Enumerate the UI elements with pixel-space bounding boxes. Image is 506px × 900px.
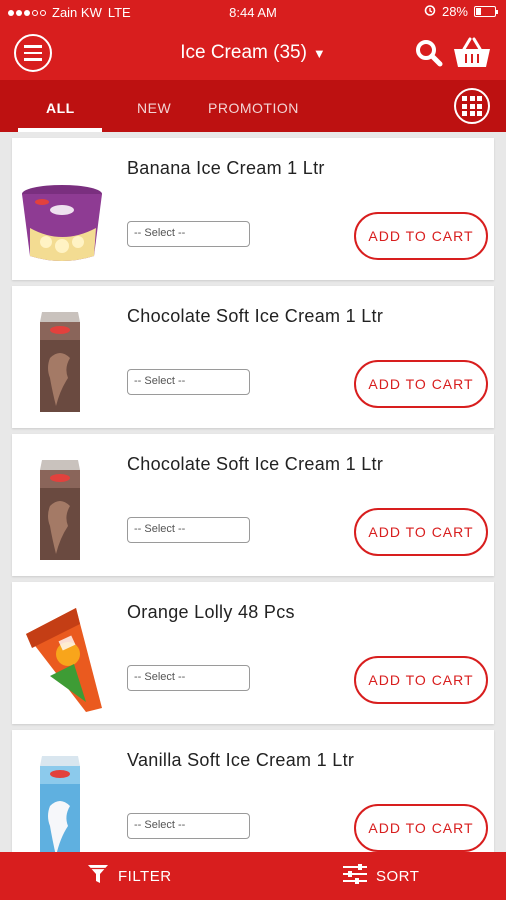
chocolate-carton-image xyxy=(16,298,108,418)
sort-label: SORT xyxy=(376,867,420,885)
quantity-select[interactable]: -- Select -- xyxy=(127,665,250,691)
category-title-label: Ice Cream (35) xyxy=(180,42,307,63)
tab-all[interactable]: ALL xyxy=(46,100,75,116)
add-to-cart-button[interactable]: ADD TO CART xyxy=(354,360,488,408)
quantity-select[interactable]: -- Select -- xyxy=(127,369,250,395)
quantity-select[interactable]: -- Select -- xyxy=(127,517,250,543)
product-card: Orange Lolly 48 Pcs -- Select -- ADD TO … xyxy=(12,582,494,724)
banana-tub-image xyxy=(16,150,108,270)
product-card: Vanilla Soft Ice Cream 1 Ltr -- Select -… xyxy=(12,730,494,872)
product-card: Banana Ice Cream 1 Ltr -- Select -- ADD … xyxy=(12,138,494,280)
basket-icon[interactable] xyxy=(452,36,492,70)
grid-view-icon[interactable] xyxy=(454,88,490,124)
add-to-cart-button[interactable]: ADD TO CART xyxy=(354,508,488,556)
vanilla-carton-image xyxy=(16,742,108,862)
product-name: Vanilla Soft Ice Cream 1 Ltr xyxy=(127,750,355,770)
active-tab-indicator xyxy=(18,128,102,132)
chocolate-carton-image xyxy=(16,446,108,566)
battery-icon xyxy=(474,6,498,17)
product-card: Chocolate Soft Ice Cream 1 Ltr -- Select… xyxy=(12,434,494,576)
search-icon[interactable] xyxy=(414,38,444,68)
filter-label: FILTER xyxy=(118,867,172,885)
bottom-action-bar: FILTER SORT xyxy=(0,852,506,900)
status-right: 28% xyxy=(424,4,498,19)
alarm-icon xyxy=(424,4,436,19)
add-to-cart-button[interactable]: ADD TO CART xyxy=(354,656,488,704)
tab-bar: ALL NEW PROMOTION xyxy=(0,80,506,132)
battery-percent: 28% xyxy=(441,4,468,19)
add-to-cart-button[interactable]: ADD TO CART xyxy=(354,212,488,260)
product-name: Chocolate Soft Ice Cream 1 Ltr xyxy=(127,306,384,326)
product-name: Banana Ice Cream 1 Ltr xyxy=(127,158,325,178)
product-name: Orange Lolly 48 Pcs xyxy=(127,602,295,622)
add-to-cart-button[interactable]: ADD TO CART xyxy=(354,804,488,852)
chevron-down-icon: ▼ xyxy=(312,46,326,61)
sort-button[interactable]: SORT xyxy=(342,852,419,900)
product-name: Chocolate Soft Ice Cream 1 Ltr xyxy=(127,454,384,474)
quantity-select[interactable]: -- Select -- xyxy=(127,221,250,247)
top-header: Zain KW LTE 8:44 AM 28% Ice Cream (35) ▼ xyxy=(0,0,506,80)
product-card: Chocolate Soft Ice Cream 1 Ltr -- Select… xyxy=(12,286,494,428)
tab-new[interactable]: NEW xyxy=(137,100,171,116)
orange-lolly-image xyxy=(16,594,108,714)
quantity-select[interactable]: -- Select -- xyxy=(127,813,250,839)
sliders-icon xyxy=(342,862,368,890)
status-bar: Zain KW LTE 8:44 AM 28% xyxy=(0,0,506,24)
funnel-icon xyxy=(86,862,110,890)
filter-button[interactable]: FILTER xyxy=(86,852,172,900)
tab-promotion[interactable]: PROMOTION xyxy=(208,100,299,116)
